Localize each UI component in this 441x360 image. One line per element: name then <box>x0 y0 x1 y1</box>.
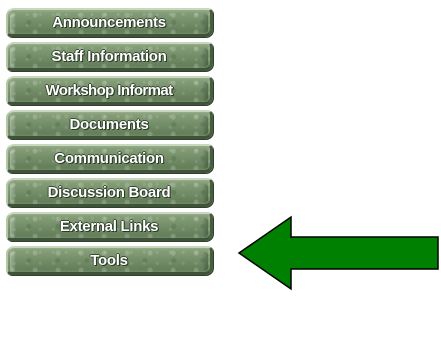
nav-menu: Announcements Staff Information Workshop… <box>6 8 214 280</box>
nav-button-label: Workshop Informat <box>45 81 173 99</box>
nav-button-communication[interactable]: Communication <box>6 144 213 173</box>
nav-button-tools[interactable]: Tools <box>6 246 213 275</box>
nav-button-label: Tools <box>90 251 128 269</box>
nav-button-documents[interactable]: Documents <box>6 110 213 139</box>
nav-button-label: Announcements <box>52 13 166 31</box>
arrow-shape <box>237 215 439 291</box>
nav-button-workshop-information[interactable]: Workshop Informat <box>6 76 213 105</box>
nav-button-announcements[interactable]: Announcements <box>6 8 213 37</box>
nav-button-staff-information[interactable]: Staff Information <box>6 42 213 71</box>
nav-button-label: External Links <box>59 217 159 235</box>
left-arrow-icon <box>237 215 439 291</box>
nav-button-label: Staff Information <box>51 47 167 65</box>
nav-button-label: Communication <box>54 149 164 167</box>
nav-button-label: Documents <box>69 115 149 133</box>
nav-button-external-links[interactable]: External Links <box>6 212 213 241</box>
nav-button-label: Discussion Board <box>47 183 171 201</box>
nav-button-discussion-board[interactable]: Discussion Board <box>6 178 213 207</box>
